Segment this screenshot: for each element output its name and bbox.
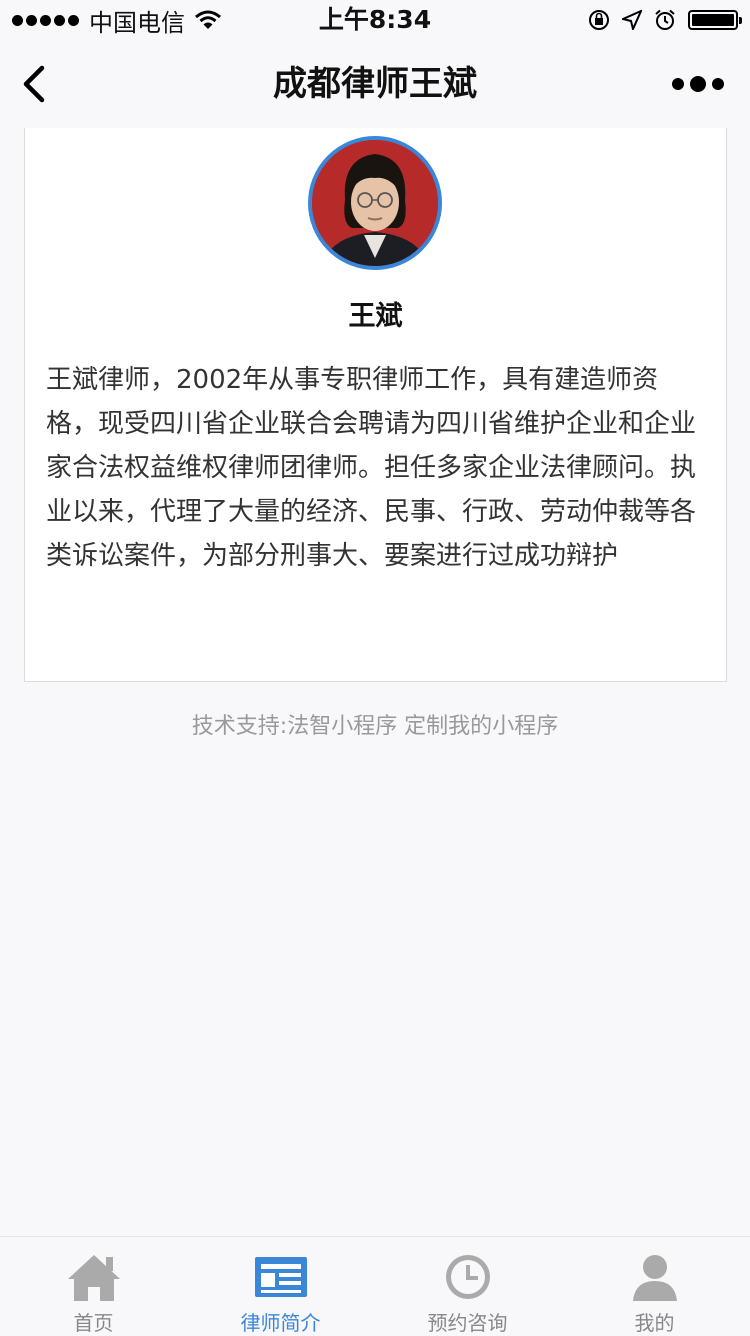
tab-appointment-label: 预约咨询 [427,1311,508,1335]
home-icon [67,1255,120,1301]
lawyer-portrait-icon [312,140,438,266]
tab-appointment[interactable]: 预约咨询 [374,1237,561,1335]
tab-mine[interactable]: 我的 [561,1237,748,1335]
tech-support-note[interactable]: 技术支持:法智小程序 定制我的小程序 [0,708,750,740]
orientation-lock-icon [589,10,609,30]
more-options-button[interactable] [672,74,724,94]
status-bar: 中国电信 上午8:34 [0,0,750,40]
status-right [588,4,742,36]
tab-lawyer-profile-label: 律师简介 [240,1311,321,1335]
user-icon [632,1255,677,1301]
battery-icon [688,10,742,30]
location-arrow-icon [622,10,642,30]
lawyer-profile-card: 王斌 王斌律师，2002年从事专职律师工作，具有建造师资格，现受四川省企业联合会… [24,128,727,682]
more-dot-icon [672,78,684,90]
avatar [308,136,442,270]
tab-mine-label: 我的 [634,1311,675,1335]
tab-home[interactable]: 首页 [0,1237,187,1335]
clock-icon [445,1255,490,1299]
tab-home-label: 首页 [73,1311,114,1335]
more-dot-icon [690,76,706,92]
more-dot-icon [712,78,724,90]
profile-card-icon [254,1257,307,1297]
lawyer-name: 王斌 [348,301,403,332]
nav-bar: 成都律师王斌 [0,40,750,128]
tab-lawyer-profile[interactable]: 律师简介 [187,1237,374,1335]
alarm-icon [655,9,675,30]
tab-bar: 首页 律师简介 预约咨询 我的 [0,1236,750,1335]
lawyer-bio: 王斌律师，2002年从事专职律师工作，具有建造师资格，现受四川省企业联合会聘请为… [46,365,697,571]
page-title: 成都律师王斌 [273,64,477,104]
